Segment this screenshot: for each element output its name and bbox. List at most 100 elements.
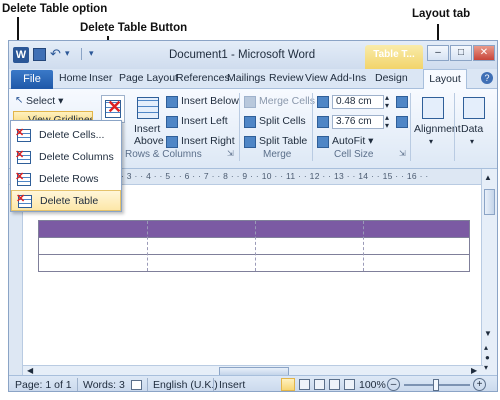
insert-below-icon bbox=[166, 96, 178, 108]
close-button[interactable]: ✕ bbox=[473, 45, 495, 61]
split-table-button[interactable]: Split Table bbox=[259, 135, 307, 147]
zoom-out-button[interactable]: – bbox=[387, 378, 400, 391]
undo-icon[interactable]: ↶ bbox=[50, 46, 61, 62]
group-separator bbox=[410, 93, 411, 161]
zoom-in-button[interactable]: + bbox=[473, 378, 486, 391]
scroll-up-icon[interactable]: ▲ bbox=[484, 173, 492, 182]
delete-table-button[interactable]: ✕ bbox=[101, 95, 125, 123]
autofit-button[interactable]: AutoFit ▾ bbox=[332, 135, 373, 147]
page-count[interactable]: Page: 1 of 1 bbox=[15, 379, 72, 391]
insert-right-icon bbox=[166, 136, 178, 148]
tab-view[interactable]: View bbox=[305, 72, 328, 84]
tab-insert[interactable]: Inser bbox=[89, 72, 112, 84]
menu-item-delete-table[interactable]: ✕ Delete Table bbox=[11, 190, 121, 211]
alignment-icon bbox=[422, 97, 444, 119]
title-bar: W ↶ ▾ ▾ Document1 - Microsoft Word Table… bbox=[9, 41, 497, 69]
status-separator bbox=[213, 378, 214, 391]
menu-item-delete-columns[interactable]: ✕ Delete Columns bbox=[11, 147, 121, 168]
dialog-launcher-icon[interactable]: ⇲ bbox=[399, 149, 406, 158]
full-screen-reading-icon[interactable] bbox=[299, 379, 310, 390]
word-count[interactable]: Words: 3 bbox=[83, 379, 125, 391]
scroll-down-icon[interactable]: ▼ bbox=[484, 329, 492, 338]
insert-left-button[interactable]: Insert Left bbox=[181, 115, 228, 127]
insert-above-label-2[interactable]: Above bbox=[134, 135, 164, 147]
tab-review[interactable]: Review bbox=[269, 72, 303, 84]
select-button[interactable]: Select ▾ bbox=[26, 95, 63, 107]
column-width-input[interactable]: 3.76 cm bbox=[332, 115, 384, 129]
tab-home[interactable]: Home bbox=[59, 72, 87, 84]
minimize-button[interactable]: – bbox=[427, 45, 449, 61]
menu-item-delete-rows[interactable]: ✕ Delete Rows bbox=[11, 169, 121, 190]
document-page[interactable] bbox=[23, 185, 483, 365]
layout-tab-callout: Layout tab bbox=[412, 8, 471, 20]
split-table-icon bbox=[244, 136, 256, 148]
menu-item-label: Delete Columns bbox=[39, 151, 114, 163]
maximize-button[interactable]: □ bbox=[450, 45, 472, 61]
help-icon[interactable]: ? bbox=[481, 72, 493, 84]
table-row[interactable] bbox=[39, 238, 469, 255]
delete-x-icon: ✕ bbox=[15, 171, 25, 183]
browse-object-icon[interactable]: ● bbox=[485, 353, 490, 362]
table-column-width-icon bbox=[317, 116, 329, 128]
insert-mode-indicator[interactable]: Insert bbox=[219, 379, 245, 391]
tab-layout[interactable]: Layout bbox=[423, 69, 467, 90]
insert-below-button[interactable]: Insert Below bbox=[181, 95, 239, 107]
tab-file[interactable]: File bbox=[11, 70, 53, 89]
menu-item-delete-cells[interactable]: ✕ Delete Cells... bbox=[11, 125, 121, 146]
status-separator bbox=[147, 378, 148, 391]
scroll-right-icon[interactable]: ▶ bbox=[471, 366, 477, 375]
word-window: W ↶ ▾ ▾ Document1 - Microsoft Word Table… bbox=[8, 40, 498, 392]
merge-cells-button[interactable]: Merge Cells bbox=[259, 95, 315, 107]
delete-table-button-callout: Delete Table Button bbox=[80, 22, 188, 34]
autofit-icon bbox=[317, 136, 329, 148]
previous-page-icon[interactable]: ▴ bbox=[484, 343, 488, 352]
data-button[interactable]: Data bbox=[461, 123, 483, 135]
outline-view-icon[interactable] bbox=[329, 379, 340, 390]
tab-page-layout[interactable]: Page Layout bbox=[119, 72, 178, 84]
zoom-slider-thumb[interactable] bbox=[433, 379, 439, 391]
window-title: Document1 - Microsoft Word bbox=[169, 49, 316, 61]
group-separator bbox=[312, 93, 313, 161]
undo-dropdown-icon[interactable]: ▾ bbox=[65, 48, 70, 59]
delete-x-icon: ✕ bbox=[15, 149, 25, 161]
next-page-icon[interactable]: ▾ bbox=[484, 363, 488, 372]
language-indicator[interactable]: English (U.K.) bbox=[153, 379, 218, 391]
width-spinner-icon[interactable]: ▴ ▾ bbox=[385, 114, 389, 130]
vertical-scrollbar[interactable]: ▲ ▼ ▴ ● ▾ bbox=[481, 169, 497, 375]
insert-right-button[interactable]: Insert Right bbox=[181, 135, 235, 147]
table-column-divider bbox=[147, 221, 148, 271]
proofing-icon[interactable] bbox=[131, 380, 142, 390]
select-cursor-icon: ↖ bbox=[15, 95, 24, 106]
distribute-columns-icon[interactable] bbox=[396, 116, 408, 128]
tab-mailings[interactable]: Mailings bbox=[227, 72, 266, 84]
group-separator bbox=[239, 93, 240, 161]
split-cells-button[interactable]: Split Cells bbox=[259, 115, 306, 127]
vertical-scroll-thumb[interactable] bbox=[484, 189, 495, 215]
delete-dropdown-menu: ✕ Delete Cells... ✕ Delete Columns ✕ Del… bbox=[10, 120, 122, 212]
customize-qat-icon[interactable]: ▾ bbox=[89, 48, 94, 59]
dialog-launcher-icon[interactable]: ⇲ bbox=[227, 149, 234, 158]
table-header-row[interactable] bbox=[39, 221, 469, 238]
scroll-left-icon[interactable]: ◀ bbox=[27, 366, 33, 375]
alignment-dropdown-icon[interactable]: ▾ bbox=[429, 137, 433, 146]
distribute-rows-icon[interactable] bbox=[396, 96, 408, 108]
save-icon[interactable] bbox=[33, 48, 46, 61]
menu-item-label: Delete Rows bbox=[39, 173, 99, 185]
tab-addins[interactable]: Add-Ins bbox=[330, 72, 366, 84]
table-row[interactable] bbox=[39, 255, 469, 272]
draft-view-icon[interactable] bbox=[344, 379, 355, 390]
row-height-input[interactable]: 0.48 cm bbox=[332, 95, 384, 109]
document-table[interactable] bbox=[38, 220, 470, 272]
data-dropdown-icon[interactable]: ▾ bbox=[470, 137, 474, 146]
vertical-ruler bbox=[9, 185, 23, 375]
tab-design[interactable]: Design bbox=[375, 72, 408, 84]
web-layout-icon[interactable] bbox=[314, 379, 325, 390]
print-layout-view-icon[interactable] bbox=[281, 378, 295, 391]
delete-x-icon: ✕ bbox=[107, 97, 123, 117]
zoom-level[interactable]: 100% bbox=[359, 379, 386, 391]
word-app-icon[interactable]: W bbox=[13, 47, 29, 63]
insert-above-label[interactable]: Insert bbox=[134, 123, 160, 135]
table-column-divider bbox=[255, 221, 256, 271]
height-spinner-icon[interactable]: ▴ ▾ bbox=[385, 94, 389, 110]
tab-references[interactable]: References bbox=[176, 72, 230, 84]
